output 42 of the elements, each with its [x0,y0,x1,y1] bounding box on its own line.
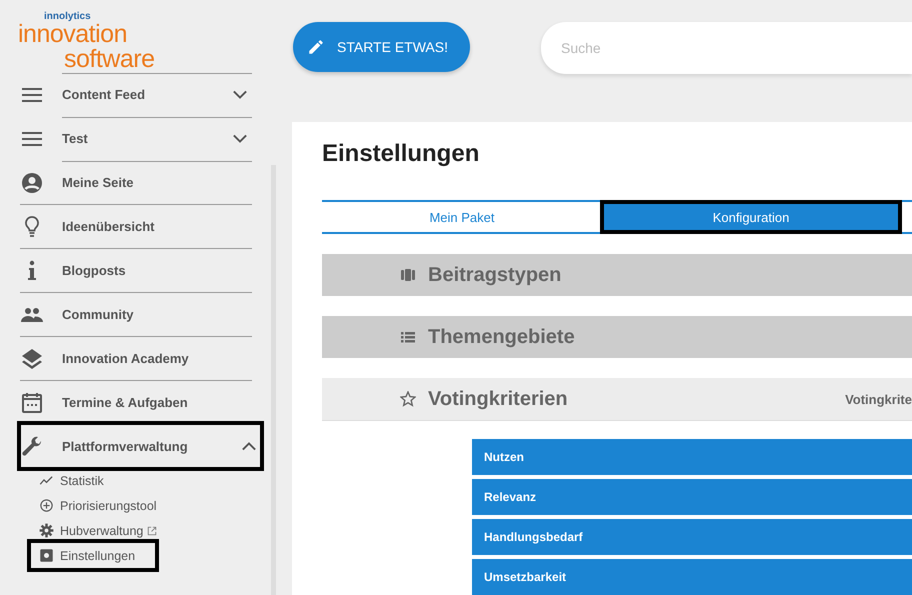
logo-wordmark: software [64,47,156,72]
logo-wordmark: innovation [18,22,128,47]
account-icon [20,170,44,194]
calendar-icon [20,390,44,414]
sidebar-item[interactable]: Community [20,292,252,336]
sidebar-item[interactable]: Ideenübersicht [20,204,252,248]
sidebar-item[interactable]: Innovation Academy [20,336,252,380]
page-title: Einstellungen [322,140,480,168]
external-link-icon [147,526,158,536]
section-header[interactable]: Beitragstypen [322,254,912,296]
section-header[interactable]: Themengebiete [322,316,912,358]
chevron-icon [233,134,247,143]
submenu-item[interactable]: Hubverwaltung [39,518,164,543]
settings-icon [39,548,54,563]
submenu-item[interactable]: Statistik [39,468,110,493]
column-label: Votingkrite [845,392,912,406]
section-header[interactable]: Votingkriterien Votingkrite [322,378,912,421]
sidebar-item[interactable]: Blogposts [20,248,252,292]
tab[interactable]: Mein Paket [322,202,602,232]
submenu-item[interactable]: Priorisierungstool [39,493,163,518]
submenu-item[interactable]: Einstellungen [31,543,156,568]
wrench-icon [20,434,44,458]
layers-icon [20,346,44,370]
chevron-icon [233,90,247,99]
block-icon [400,267,416,283]
criterion-bar[interactable]: Relevanz [472,479,912,515]
logo-brand: innolytics [44,12,92,22]
search-field[interactable]: Suche [540,22,912,74]
criterion-bar[interactable]: Umsetzbarkeit [472,559,912,595]
list-icon [400,329,416,345]
settings-icon [39,523,54,538]
company-logo[interactable]: innolytics innovation software [18,12,178,72]
start-button[interactable]: STARTE ETWAS! [293,22,470,72]
plus-circle-icon [39,498,54,513]
tab[interactable]: Konfiguration [602,202,900,232]
criterion-bar[interactable]: Handlungsbedarf [472,519,912,555]
pencil-icon [307,38,325,56]
star-icon [400,391,416,407]
criterion-bar[interactable]: Nutzen [472,439,912,475]
sidebar-item[interactable]: Plattformverwaltung [20,424,261,468]
chevron-icon [242,442,256,451]
sidebar-item[interactable]: Termine & Aufgaben [20,380,252,424]
